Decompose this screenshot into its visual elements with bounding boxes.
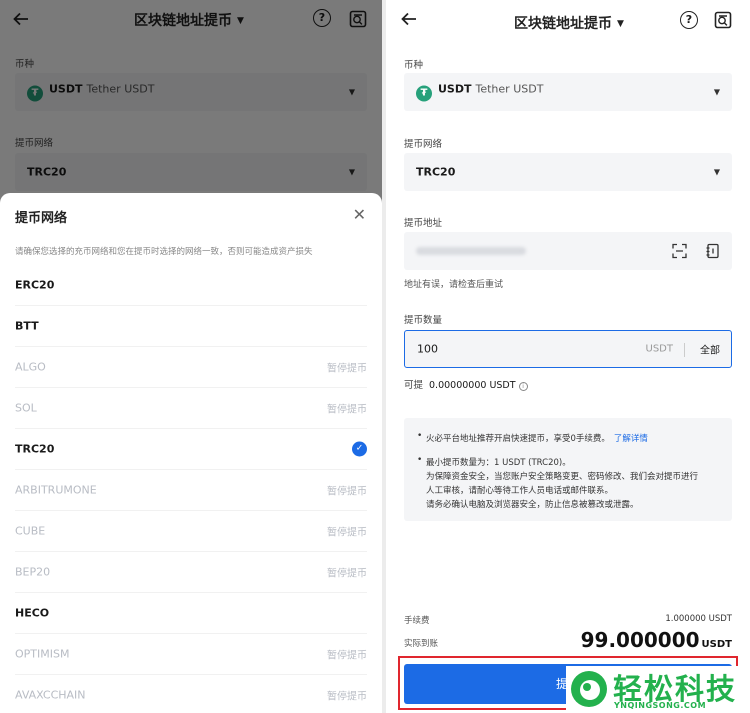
notice-line: 火必平台地址推荐开启快速提币，享受0手续费。 了解详情	[426, 434, 648, 444]
network-option: AVAXCCHAIN 暂停提币	[15, 675, 367, 713]
network-option: ARBITRUMONE 暂停提币	[15, 470, 367, 511]
network-name: HECO	[15, 606, 50, 620]
tether-icon: ₮	[416, 85, 432, 102]
network-name: AVAXCCHAIN	[15, 688, 86, 702]
network-option[interactable]: BTT	[15, 306, 367, 347]
notice-line: 最小提币数量为：1 USDT (TRC20)。	[426, 458, 571, 468]
network-option: BEP20 暂停提币	[15, 552, 367, 593]
receive-label: 实际到账	[404, 639, 439, 649]
network-status: 暂停提币	[327, 650, 367, 662]
amount-label: 提币数量	[404, 315, 443, 326]
right-screen: 区块链地址提币 ▼ ? 币种 ₮ USDT Tether USDT ▼ 提币网络 TR…	[386, 0, 750, 713]
network-name: OPTIMISM	[15, 647, 70, 661]
sheet-title: 提币网络	[15, 211, 68, 226]
watermark-logo-icon	[571, 671, 607, 707]
header: 区块链地址提币▼ ?	[386, 0, 750, 40]
network-name: SOL	[15, 401, 37, 415]
all-button[interactable]: 全部	[700, 342, 720, 357]
fee-value: 1.000000 USDT	[665, 614, 732, 624]
network-name: BEP20	[15, 565, 51, 579]
network-option[interactable]: ERC20	[15, 265, 367, 306]
network-name: CUBE	[15, 524, 46, 538]
address-label: 提币地址	[404, 218, 443, 229]
network-option: OPTIMISM 暂停提币	[15, 634, 367, 675]
network-option: CUBE 暂停提币	[15, 511, 367, 552]
back-arrow-icon[interactable]	[400, 10, 418, 28]
watermark: 轻松科技 YNQINGSONG.COM	[566, 666, 750, 713]
fee-label: 手续费	[404, 616, 430, 626]
scan-icon[interactable]	[672, 243, 687, 259]
network-name: ARBITRUMONE	[15, 483, 97, 497]
network-sheet: 提币网络 ✕ 请确保您选择的充币网络和您在提币时选择的网络一致，否则可能造成资产…	[0, 193, 382, 713]
check-icon: ✓	[352, 441, 367, 457]
learn-more-link[interactable]: 了解详情	[614, 434, 648, 444]
network-status: 暂停提币	[327, 404, 367, 416]
close-icon[interactable]: ✕	[353, 205, 366, 224]
network-option: SOL 暂停提币	[15, 388, 367, 429]
network-name: ERC20	[15, 278, 55, 292]
network-name: TRC20	[15, 442, 55, 456]
network-status: 暂停提币	[327, 691, 367, 703]
network-option[interactable]: TRC20 ✓	[15, 429, 367, 470]
address-input[interactable]	[404, 232, 732, 270]
notice-line: 为保障资金安全，当您账户安全策略变更、密码修改、我们会对提币进行	[426, 472, 699, 482]
separator	[684, 343, 685, 357]
address-book-icon[interactable]	[705, 243, 720, 259]
network-status: 暂停提币	[327, 527, 367, 539]
amount-input[interactable]: 100 USDT 全部	[404, 330, 732, 368]
notice-line: 请务必确认电脑及浏览器安全，防止信息被篡改或泄露。	[426, 500, 639, 510]
notice-box: • 火必平台地址推荐开启快速提币，享受0手续费。 了解详情 • 最小提币数量为：1…	[404, 418, 732, 521]
records-icon[interactable]	[713, 10, 733, 30]
chevron-down-icon: ▼	[713, 87, 720, 97]
address-error: 地址有误，请检查后重试	[404, 280, 504, 290]
network-status: 暂停提币	[327, 486, 367, 498]
network-status: 暂停提币	[327, 568, 367, 580]
watermark-url: YNQINGSONG.COM	[614, 701, 707, 710]
receive-amount: 99.000000 USDT	[580, 628, 732, 652]
network-name: ALGO	[15, 360, 46, 374]
network-select[interactable]: TRC20 ▼	[404, 153, 732, 191]
available-balance: 可提 0.00000000 USDT i	[404, 377, 528, 391]
chevron-down-icon: ▼	[713, 167, 720, 177]
network-name: BTT	[15, 319, 39, 333]
amount-value: 100	[417, 342, 438, 356]
address-value-blurred	[416, 247, 526, 255]
currency-label: 币种	[404, 60, 424, 71]
network-option: ALGO 暂停提币	[15, 347, 367, 388]
sheet-hint: 请确保您选择的充币网络和您在提币时选择的网络一致，否则可能造成资产损失	[15, 247, 313, 257]
network-status: 暂停提币	[327, 363, 367, 375]
caret-down-icon: ▼	[617, 19, 624, 29]
network-option[interactable]: HECO	[15, 593, 367, 634]
network-label: 提币网络	[404, 139, 443, 150]
help-icon[interactable]: ?	[680, 11, 698, 29]
notice-line: 人工审核，请耐心等待工作人员电话或邮件联系。	[426, 486, 614, 496]
currency-select[interactable]: ₮USDTTether USDT ▼	[404, 73, 732, 111]
amount-unit: USDT	[645, 343, 673, 355]
page-title[interactable]: 区块链地址提币▼	[514, 13, 624, 33]
left-screen: 区块链地址提币▼ ? 币种 ₮USDTTether USDT ▼ 提币网络 TR…	[0, 0, 382, 713]
info-icon[interactable]: i	[518, 382, 528, 391]
